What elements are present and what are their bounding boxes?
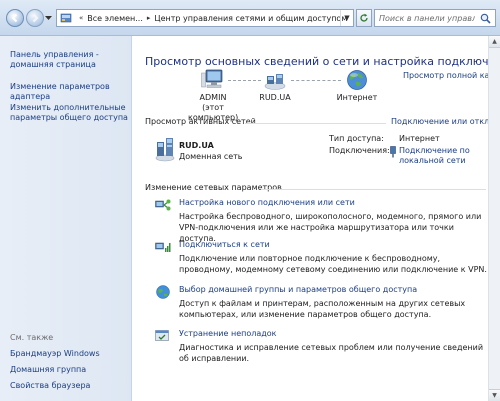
map-connection-line bbox=[228, 80, 261, 81]
computer-icon bbox=[201, 69, 223, 88]
task-homegroup-sharing: Выбор домашней группы и параметров общег… bbox=[156, 285, 487, 321]
breadcrumb-separator-icon: « bbox=[79, 14, 84, 22]
refresh-button[interactable] bbox=[356, 9, 372, 27]
homegroup-icon bbox=[156, 285, 170, 299]
sidebar: Панель управления - домашняя страница Из… bbox=[0, 36, 132, 401]
connect-network-icon bbox=[155, 242, 171, 252]
access-type-value: Интернет bbox=[399, 134, 440, 143]
back-arrow-icon bbox=[11, 13, 18, 23]
task-new-connection: Настройка нового подключения или сети На… bbox=[155, 198, 487, 243]
sidebar-advanced-sharing-link[interactable]: Изменить дополнительные параметры общего… bbox=[10, 103, 128, 123]
forward-arrow-icon bbox=[32, 13, 39, 23]
task-troubleshoot-link[interactable]: Устранение неполадок bbox=[179, 329, 277, 338]
domain-network-icon bbox=[264, 74, 286, 90]
breadcrumb-all-items[interactable]: Все элемен... bbox=[87, 14, 143, 23]
sidebar-home-link[interactable]: Панель управления - домашняя страница bbox=[10, 50, 128, 70]
task-troubleshoot-description: Диагностика и исправление сетевых пробле… bbox=[179, 343, 484, 363]
scroll-down-icon[interactable]: ▼ bbox=[489, 389, 500, 401]
task-troubleshoot: Устранение неполадок Диагностика и испра… bbox=[155, 329, 487, 363]
refresh-icon bbox=[360, 13, 368, 22]
map-internet-label: Интернет bbox=[336, 93, 378, 102]
sidebar-homegroup-link[interactable]: Домашняя группа bbox=[10, 365, 128, 375]
address-dropdown-icon[interactable]: ▼ bbox=[340, 10, 353, 26]
troubleshoot-icon bbox=[155, 330, 169, 341]
local-area-connection-link[interactable]: Подключение по локальной сети bbox=[399, 146, 479, 166]
access-type-label: Тип доступа: bbox=[329, 134, 384, 143]
map-network-label: RUD.UA bbox=[259, 93, 291, 102]
breadcrumb-separator-icon[interactable]: ▸ bbox=[147, 14, 151, 22]
main-content: Просмотр основных сведений о сети и наст… bbox=[133, 36, 500, 401]
see-also-label: См. также bbox=[10, 333, 54, 342]
sidebar-adapter-settings-link[interactable]: Изменение параметров адаптера bbox=[10, 82, 128, 102]
address-bar[interactable]: « Все элемен... ▸ Центр управления сетям… bbox=[56, 9, 354, 27]
section-divider bbox=[245, 123, 386, 124]
map-connection-line bbox=[291, 80, 341, 81]
search-icon[interactable] bbox=[480, 13, 491, 24]
network-type: Доменная сеть bbox=[179, 152, 243, 161]
connections-label: Подключения: bbox=[329, 146, 390, 155]
map-computer-name: ADMIN bbox=[199, 93, 227, 102]
page-title: Просмотр основных сведений о сети и наст… bbox=[145, 55, 500, 68]
scroll-up-icon[interactable]: ▲ bbox=[489, 36, 500, 48]
internet-globe-icon bbox=[347, 70, 367, 90]
task-homegroup-sharing-description: Доступ к файлам и принтерам, расположенн… bbox=[179, 299, 466, 319]
connect-disconnect-link[interactable]: Подключение или отключение bbox=[391, 117, 500, 126]
breadcrumb-network-center[interactable]: Центр управления сетями и общим доступом bbox=[154, 14, 347, 23]
sidebar-browser-properties-link[interactable]: Свойства браузера bbox=[10, 381, 128, 391]
search-input[interactable] bbox=[375, 13, 475, 23]
recent-pages-dropdown-icon[interactable] bbox=[45, 15, 52, 21]
task-connect-network-description: Подключение или повторное подключение к … bbox=[179, 254, 487, 274]
forward-button[interactable] bbox=[26, 9, 44, 27]
navigation-bar: « Все элемен... ▸ Центр управления сетям… bbox=[0, 0, 500, 36]
domain-network-icon bbox=[155, 138, 175, 162]
task-connect-network: Подключиться к сети Подключение или повт… bbox=[155, 240, 487, 276]
sidebar-firewall-link[interactable]: Брандмауэр Windows bbox=[10, 349, 128, 359]
task-connect-network-link[interactable]: Подключиться к сети bbox=[179, 240, 270, 249]
active-networks-header: Просмотр активных сетей bbox=[145, 117, 256, 126]
network-setup-icon bbox=[155, 199, 171, 211]
control-panel-icon bbox=[60, 13, 72, 23]
ethernet-connection-icon bbox=[390, 146, 396, 158]
search-box[interactable] bbox=[374, 9, 496, 27]
network-name: RUD.UA bbox=[179, 141, 214, 150]
section-divider bbox=[261, 189, 486, 190]
back-button[interactable] bbox=[6, 9, 24, 27]
task-homegroup-sharing-link[interactable]: Выбор домашней группы и параметров общег… bbox=[179, 285, 417, 294]
task-new-connection-link[interactable]: Настройка нового подключения или сети bbox=[179, 198, 355, 207]
change-settings-header: Изменение сетевых параметров bbox=[145, 183, 282, 192]
full-map-link[interactable]: Просмотр полной карты bbox=[403, 71, 500, 80]
vertical-scrollbar[interactable]: ▲ ▼ bbox=[488, 36, 500, 401]
